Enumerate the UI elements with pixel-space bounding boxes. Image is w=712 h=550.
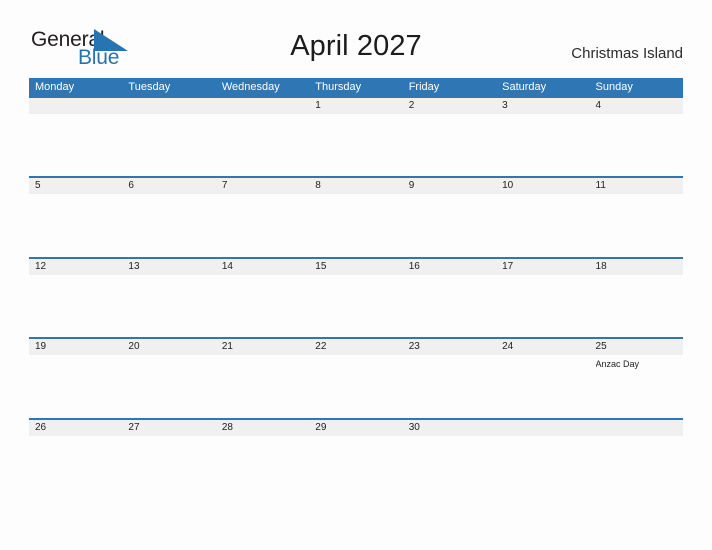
day-number: 3 bbox=[502, 100, 508, 111]
day-number: 23 bbox=[408, 341, 420, 352]
day-number: 4 bbox=[595, 100, 602, 111]
day-cell[interactable]: 11 bbox=[589, 178, 683, 257]
day-cell[interactable]: 12 bbox=[29, 258, 123, 338]
day-band bbox=[122, 98, 216, 114]
day-cell[interactable]: 20 bbox=[122, 339, 216, 418]
day-band bbox=[589, 98, 683, 114]
day-cell[interactable]: 30 bbox=[402, 419, 497, 498]
day-band bbox=[122, 178, 216, 194]
day-cell[interactable] bbox=[496, 419, 590, 498]
day-cell[interactable]: 23 bbox=[402, 339, 497, 418]
day-cell[interactable]: 22 bbox=[309, 339, 403, 418]
week-row: 1 2 3 4 bbox=[29, 96, 683, 176]
day-number: 26 bbox=[35, 421, 47, 433]
calendar-grid: Monday Tuesday Wednesday Thursday Friday… bbox=[29, 78, 683, 498]
day-band bbox=[309, 178, 403, 194]
day-cell[interactable]: 3 bbox=[496, 98, 590, 176]
day-cell[interactable]: 8 bbox=[309, 178, 403, 257]
holiday-event: Anzac Day bbox=[595, 359, 640, 369]
week-row: 12 13 14 15 16 17 18 bbox=[29, 256, 683, 338]
day-number: 13 bbox=[128, 260, 140, 272]
day-number: 22 bbox=[315, 341, 327, 352]
day-cell[interactable]: 1 bbox=[309, 98, 403, 176]
day-number: 15 bbox=[315, 260, 327, 272]
day-cell[interactable]: 24 bbox=[496, 339, 590, 418]
day-cell[interactable]: 17 bbox=[496, 258, 590, 338]
day-cell[interactable]: 27 bbox=[122, 419, 216, 498]
weekday-thursday: Thursday bbox=[315, 81, 362, 93]
day-cell[interactable]: 13 bbox=[122, 258, 216, 338]
day-cell[interactable]: 21 bbox=[215, 339, 310, 418]
weekday-monday: Monday bbox=[35, 81, 75, 93]
day-number: 27 bbox=[128, 421, 140, 433]
day-cell[interactable]: 2 bbox=[402, 98, 497, 176]
day-cell[interactable]: 18 bbox=[589, 258, 683, 338]
day-number: 17 bbox=[502, 260, 514, 272]
day-number: 16 bbox=[408, 260, 420, 272]
day-band bbox=[402, 98, 497, 114]
day-number: 9 bbox=[408, 180, 415, 191]
day-cell[interactable]: 5 bbox=[29, 178, 123, 257]
day-number: 5 bbox=[35, 180, 41, 191]
day-cell[interactable]: 14 bbox=[215, 258, 310, 338]
day-cell[interactable] bbox=[122, 98, 216, 176]
day-number: 30 bbox=[408, 421, 420, 433]
region-label: Christmas Island bbox=[571, 45, 683, 62]
day-band bbox=[29, 178, 123, 194]
day-band bbox=[309, 98, 403, 114]
weekday-header-row: Monday Tuesday Wednesday Thursday Friday… bbox=[29, 78, 683, 96]
day-cell[interactable]: 9 bbox=[402, 178, 497, 257]
day-number: 25 bbox=[595, 341, 607, 352]
day-number: 29 bbox=[315, 421, 327, 433]
day-cell[interactable]: 28 bbox=[215, 419, 310, 498]
day-cell[interactable]: 7 bbox=[215, 178, 310, 257]
day-cell[interactable]: 19 bbox=[29, 339, 123, 418]
weekday-sunday: Sunday bbox=[595, 81, 633, 93]
day-cell[interactable]: 4 bbox=[589, 98, 683, 176]
week-row: 19 20 21 22 23 24 25 Anzac Day bbox=[29, 337, 683, 418]
day-number: 14 bbox=[221, 260, 233, 272]
day-number: 19 bbox=[35, 341, 47, 352]
day-number: 12 bbox=[35, 260, 47, 272]
day-cell[interactable] bbox=[215, 98, 310, 176]
day-cell[interactable]: 15 bbox=[309, 258, 403, 338]
day-number: 8 bbox=[315, 180, 321, 191]
day-band bbox=[496, 419, 590, 436]
day-cell[interactable]: 25 Anzac Day bbox=[589, 339, 683, 418]
day-events: Anzac Day bbox=[596, 358, 680, 370]
day-number: 11 bbox=[595, 180, 606, 191]
day-number: 6 bbox=[128, 180, 134, 191]
weekday-saturday: Saturday bbox=[502, 81, 547, 93]
day-number: 18 bbox=[595, 260, 607, 272]
day-number: 24 bbox=[502, 341, 514, 352]
day-number: 2 bbox=[408, 100, 415, 111]
page-header: General Blue April 2027 Christmas Island bbox=[0, 0, 712, 69]
weekday-friday: Friday bbox=[408, 81, 440, 93]
day-cell[interactable]: 10 bbox=[496, 178, 590, 257]
day-cell[interactable]: 26 bbox=[29, 419, 123, 498]
calendar-page: General Blue April 2027 Christmas Island… bbox=[0, 0, 712, 550]
weekday-tuesday: Tuesday bbox=[128, 81, 171, 93]
day-cell[interactable] bbox=[589, 419, 683, 498]
day-number: 1 bbox=[315, 100, 321, 111]
day-number: 7 bbox=[221, 180, 228, 191]
day-number: 10 bbox=[502, 180, 514, 191]
day-band bbox=[29, 98, 123, 114]
day-cell[interactable] bbox=[29, 98, 123, 176]
day-band bbox=[215, 178, 310, 194]
day-band bbox=[496, 98, 590, 114]
day-number: 21 bbox=[221, 341, 233, 352]
day-band bbox=[589, 419, 683, 436]
day-cell[interactable]: 16 bbox=[402, 258, 497, 338]
weekday-wednesday: Wednesday bbox=[221, 81, 280, 93]
day-cell[interactable]: 29 bbox=[309, 419, 403, 498]
day-number: 20 bbox=[128, 341, 140, 352]
week-row: 5 6 7 8 9 10 11 bbox=[29, 176, 683, 257]
day-band bbox=[215, 98, 310, 114]
week-row: 26 27 28 29 30 bbox=[29, 417, 683, 498]
day-cell[interactable]: 6 bbox=[122, 178, 216, 257]
day-number: 28 bbox=[221, 421, 233, 433]
day-band bbox=[402, 178, 497, 194]
